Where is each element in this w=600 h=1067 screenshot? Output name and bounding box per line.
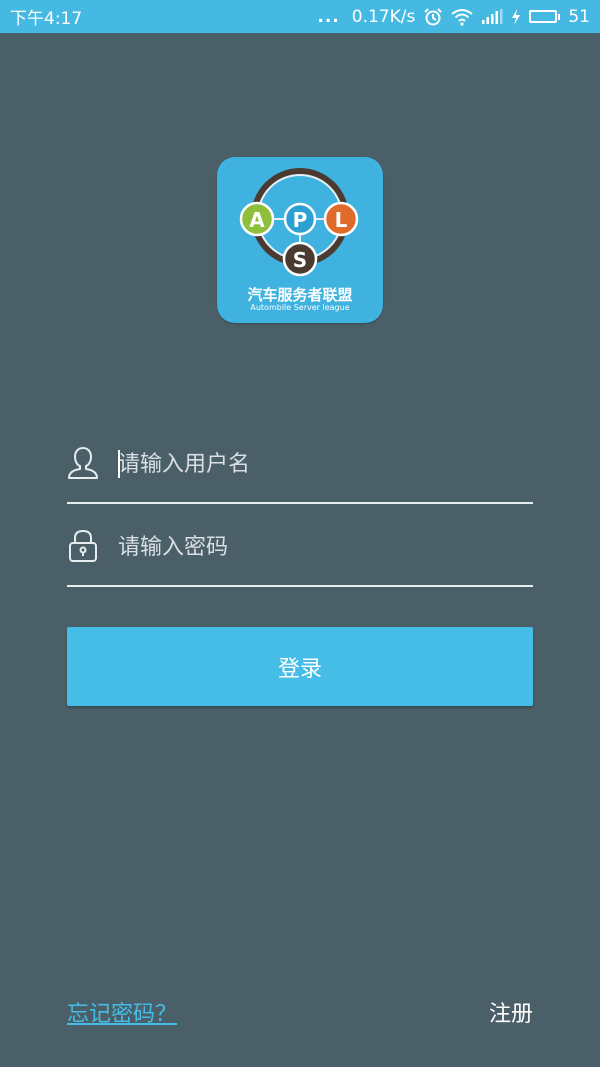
logo-letter-s: S xyxy=(282,241,318,277)
logo-letter-l: L xyxy=(323,201,359,237)
logo-title: 汽车服务者联盟 xyxy=(247,286,353,304)
charging-icon xyxy=(511,8,521,25)
wifi-icon xyxy=(451,8,473,26)
forgot-password-link[interactable]: 忘记密码？ xyxy=(67,996,177,1028)
text-caret xyxy=(118,450,120,478)
user-icon xyxy=(67,446,99,484)
logo-letter-p: P xyxy=(283,202,317,236)
logo-subtitle: Autombile Server league xyxy=(250,303,350,312)
status-bar: 下午4:17 ... 0.17K/s 51 xyxy=(0,0,600,33)
app-logo: A P L S 汽车服务者联盟 Autombile Server league xyxy=(217,157,383,323)
svg-text:S: S xyxy=(293,248,307,272)
svg-text:A: A xyxy=(249,208,265,232)
signal-icon xyxy=(481,8,503,25)
password-field[interactable] xyxy=(67,505,533,587)
register-link[interactable]: 注册 xyxy=(489,996,533,1028)
username-input[interactable] xyxy=(118,444,518,484)
status-time: 下午4:17 xyxy=(10,9,83,29)
battery-icon xyxy=(529,10,561,23)
username-field[interactable] xyxy=(67,422,533,504)
password-input[interactable] xyxy=(118,527,518,567)
network-speed: 0.17K/s xyxy=(351,6,416,27)
battery-level: 51 xyxy=(568,6,590,27)
status-more-dots: ... xyxy=(317,6,340,27)
alarm-icon xyxy=(423,7,443,27)
svg-text:P: P xyxy=(293,208,308,232)
lock-icon xyxy=(67,529,99,567)
logo-letter-a: A xyxy=(239,201,275,237)
login-button[interactable]: 登录 xyxy=(67,627,533,706)
svg-text:L: L xyxy=(335,208,348,232)
